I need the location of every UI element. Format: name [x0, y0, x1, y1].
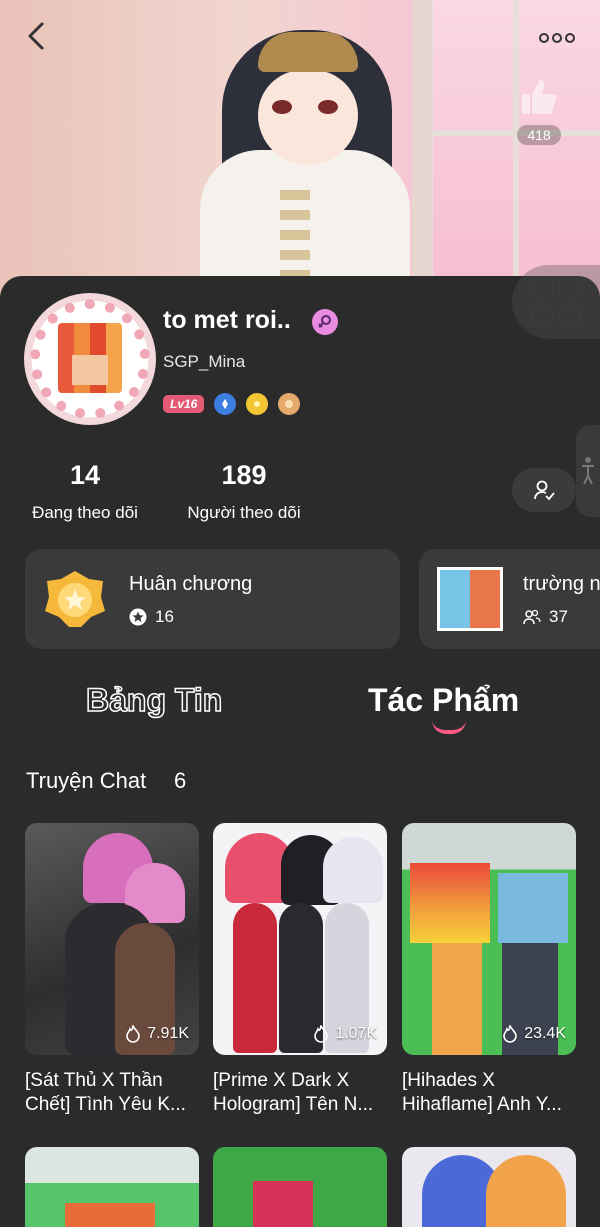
accessibility-icon [582, 457, 594, 485]
story-card[interactable] [213, 1147, 387, 1227]
group-title: trường n [523, 573, 600, 595]
more-icon [539, 33, 575, 43]
accessibility-handle[interactable] [576, 425, 600, 517]
group-card[interactable]: trường n 37 [419, 549, 600, 649]
flame-icon [503, 1025, 517, 1043]
story-card[interactable]: 23.4K [Hihades X Hihaflame] Anh Y... [402, 823, 576, 1117]
level-badge: Lv16 [163, 395, 205, 413]
group-thumbnail [437, 567, 503, 631]
sun-badge-icon [246, 393, 269, 415]
section-count: 6 [174, 768, 187, 793]
flame-icon [126, 1025, 140, 1043]
grid-icon [530, 276, 582, 328]
thumbs-up-icon [522, 80, 557, 114]
story-caption: [Sát Thủ X Thần Chết] Tình Yêu K... [25, 1070, 186, 1115]
follow-button[interactable] [512, 468, 576, 512]
more-button[interactable] [534, 20, 580, 56]
following-stat[interactable]: 14 Đang theo dõi [24, 460, 146, 523]
follow-check-icon [534, 480, 555, 501]
story-card[interactable] [25, 1147, 199, 1227]
medals-count: 16 [155, 607, 174, 626]
avatar[interactable] [24, 293, 156, 425]
following-count: 14 [69, 460, 101, 490]
story-card[interactable]: 1.07K [Prime X Dark X Hologram] Tên N... [213, 823, 387, 1117]
medal-icon [45, 571, 105, 627]
followers-stat[interactable]: 189 Người theo dõi [180, 460, 308, 523]
followers-label: Người theo dõi [187, 503, 301, 522]
followers-count: 189 [221, 460, 267, 490]
story-card[interactable] [402, 1147, 576, 1227]
blue-badge-icon [214, 393, 237, 415]
story-views: 7.91K [147, 1025, 189, 1042]
following-label: Đang theo dõi [32, 503, 138, 522]
medals-card[interactable]: Huân chương 16 [25, 549, 400, 649]
profile-handle: SGP_Mina [163, 352, 246, 371]
badge-row: Lv16 [163, 393, 301, 415]
story-views: 1.07K [335, 1025, 377, 1042]
medal-badge-icon [278, 393, 301, 415]
flame-icon [314, 1025, 328, 1043]
story-caption: [Prime X Dark X Hologram] Tên N... [213, 1070, 374, 1115]
profile-cover [0, 0, 600, 300]
people-icon [523, 609, 541, 625]
profile-name: to met roi.. [163, 306, 291, 334]
gender-female-icon [312, 309, 338, 335]
likes-count: 418 [517, 125, 561, 145]
medals-title: Huân chương [129, 573, 253, 595]
group-count: 37 [549, 607, 568, 626]
story-cover: 7.91K [25, 823, 199, 1055]
story-cover: 23.4K [402, 823, 576, 1055]
back-icon [28, 22, 44, 50]
like-button[interactable]: 418 [512, 76, 566, 145]
grid-button[interactable] [512, 265, 600, 339]
story-card[interactable]: 7.91K [Sát Thủ X Thần Chết] Tình Yêu K..… [25, 823, 199, 1117]
section-title: Truyện Chat [26, 768, 147, 793]
story-views: 23.4K [524, 1025, 566, 1042]
star-icon [129, 608, 147, 626]
tab-feed[interactable]: Bảng Tin [85, 681, 223, 719]
story-cover: 1.07K [213, 823, 387, 1055]
tab-works[interactable]: Tác Phẩm [368, 682, 519, 719]
story-caption: [Hihades X Hihaflame] Anh Y... [402, 1070, 562, 1115]
back-button[interactable] [16, 18, 56, 54]
tab-bar: Bảng Tin Tác Phẩm [0, 681, 600, 742]
